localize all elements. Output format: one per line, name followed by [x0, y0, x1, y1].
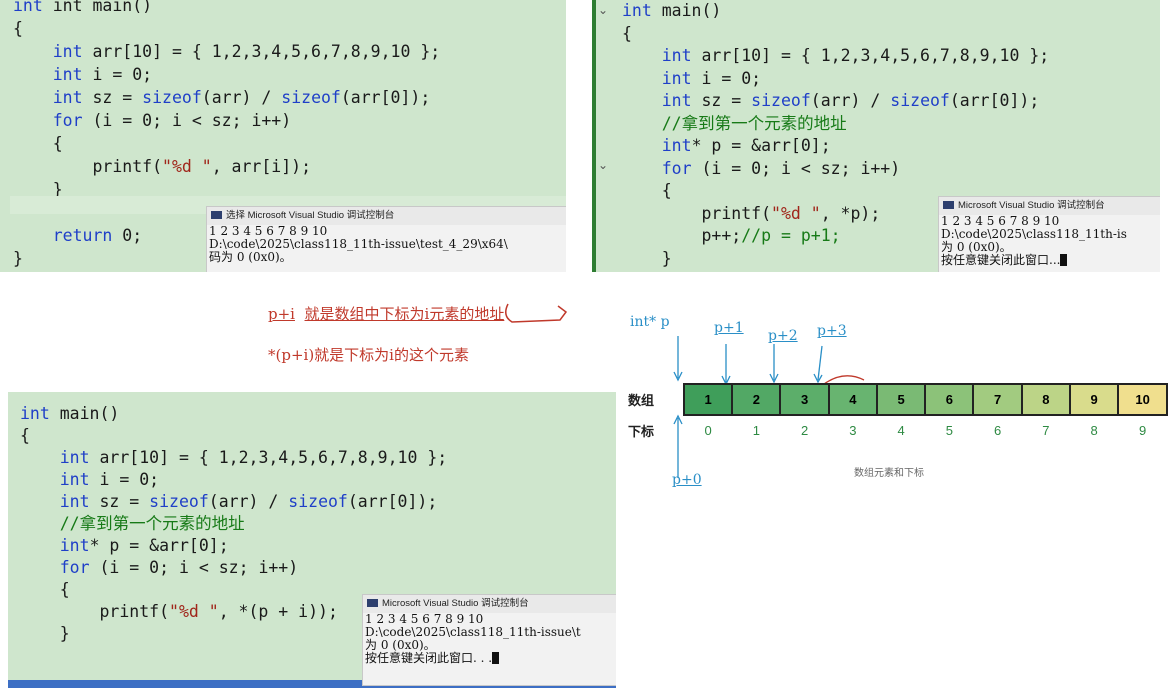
array-cell: 4	[827, 383, 878, 416]
console-app-icon	[367, 599, 378, 607]
row-label-index: 下标	[628, 423, 655, 439]
code-line: int i = 0;	[59, 470, 160, 489]
index-cell: 0	[704, 423, 712, 438]
code-line: {	[622, 181, 672, 200]
index-cell: 8	[1090, 423, 1098, 438]
array-cell: 10	[1117, 383, 1168, 416]
code-line: int arr[10] = { 1,2,3,4,5,6,7,8,9,10 };	[59, 448, 448, 467]
console-titlebar: Microsoft Visual Studio 调试控制台	[363, 595, 616, 613]
console-titlebar: Microsoft Visual Studio 调试控制台	[939, 197, 1160, 215]
index-cell: 5	[945, 423, 953, 438]
array-cell: 1	[682, 383, 734, 416]
console-output-line: 码为 0 (0x0)。	[209, 250, 292, 264]
array-row: 数组 1 2 3 4 5 6 7 8 9 10	[616, 383, 1168, 416]
debug-console-2[interactable]: Microsoft Visual Studio 调试控制台 1 2 3 4 5 …	[938, 196, 1160, 272]
code-line: printf("%d ", *(p + i));	[20, 602, 338, 621]
code-line: for (i = 0; i < sz; i++)	[661, 158, 901, 178]
code-line: {	[20, 580, 70, 599]
code-line: printf("%d ", *p);	[622, 203, 881, 223]
index-row: 下标 0 1 2 3 4 5 6 7 8 9	[616, 415, 1167, 445]
fold-chevron-icon[interactable]: ⌄	[598, 3, 608, 17]
array-cell: 7	[972, 383, 1023, 416]
array-cell: 9	[1068, 383, 1120, 416]
code-line: int sz = sizeof(arr) / sizeof(arr[0]);	[661, 91, 1040, 110]
debug-console-3[interactable]: Microsoft Visual Studio 调试控制台 1 2 3 4 5 …	[362, 594, 616, 686]
code-editor-1: int int main() { int arr[10] = { 1,2,3,4…	[0, 0, 566, 272]
array-cell: 2	[731, 383, 782, 416]
code-editor-2: ⌄ ⌄ int main() { int arr[10] = { 1,2,3,4,…	[592, 0, 1160, 272]
text-cursor	[1060, 254, 1068, 266]
index-cell: 4	[897, 423, 905, 438]
index-cell: 6	[993, 423, 1002, 438]
caption-element: *(p+i)就是下标为i的这个元素	[268, 346, 469, 364]
index-cell: 2	[800, 423, 809, 438]
fold-chevron-icon[interactable]: ⌄	[598, 158, 608, 172]
change-margin	[592, 0, 596, 272]
code-line: for (i = 0; i < sz; i++)	[59, 558, 299, 577]
code-line: int main()	[20, 404, 120, 423]
code-line: return 0;	[52, 226, 143, 245]
code-line: //拿到第一个元素的地址	[20, 514, 245, 533]
code-line: int* p = &arr[0];	[661, 136, 831, 155]
hand-drawn-circle	[505, 303, 568, 323]
console-titlebar: 选择 Microsoft Visual Studio 调试控制台	[207, 207, 566, 225]
code-line: int* p = &arr[0];	[59, 536, 229, 555]
console-output-line: 按任意键关闭此窗口...	[939, 254, 1160, 267]
code-line: int i = 0;	[52, 65, 153, 84]
code-line: }	[20, 624, 70, 643]
console-app-icon	[211, 211, 222, 219]
code-line: int i = 0;	[661, 68, 762, 88]
code-line: int main()	[622, 1, 722, 20]
code-line: int sz = sizeof(arr) / sizeof(arr[0]);	[59, 492, 438, 511]
index-cell: 3	[849, 423, 857, 438]
console-app-icon	[943, 201, 954, 209]
code-line: //拿到第一个元素的地址	[622, 113, 847, 133]
code-line: int sz = sizeof(arr) / sizeof(arr[0]);	[52, 88, 431, 107]
code-line: int arr[10] = { 1,2,3,4,5,6,7,8,9,10 };	[52, 42, 441, 61]
array-cell: 5	[875, 383, 927, 416]
code-line: }	[13, 249, 23, 268]
debug-console-1[interactable]: 选择 Microsoft Visual Studio 调试控制台 1 2 3 4…	[206, 206, 566, 272]
index-cell: 1	[752, 423, 760, 438]
row-label-array: 数组	[628, 393, 655, 408]
pointer-label-p: int* p	[630, 314, 670, 330]
code-line: {	[20, 426, 30, 445]
code-line: printf("%d ", arr[i]);	[13, 157, 312, 176]
code-line: }	[622, 248, 672, 268]
array-cell: 3	[779, 383, 830, 416]
array-cell: 6	[924, 383, 975, 416]
code-line: {	[13, 19, 23, 38]
pointer-label-p3: p+3	[817, 323, 847, 339]
console-output-line: 按任意键关闭此窗口. . .	[363, 652, 616, 665]
code-line: {	[622, 23, 632, 43]
array-cell: 8	[1020, 383, 1071, 416]
code-line: for (i = 0; i < sz; i++)	[52, 111, 292, 130]
code-line: {	[13, 134, 63, 153]
code-line: int int main()	[13, 0, 153, 15]
code-line: int arr[10] = { 1,2,3,4,5,6,7,8,9,10 };	[661, 46, 1050, 65]
text-cursor	[492, 652, 500, 664]
code-editor-3: int main() { int arr[10] = { 1,2,3,4,5,6,…	[8, 392, 616, 688]
code-line: p++;//p = p+1;	[622, 226, 841, 245]
index-cell: 7	[1042, 423, 1050, 438]
index-cell: 9	[1138, 423, 1147, 438]
diagram-caption: 数组元素和下标	[854, 468, 924, 479]
caption-address: p+i 就是数组中下标为i元素的地址	[268, 305, 505, 323]
array-table: 数组 1 2 3 4 5 6 7 8 9 10 下标 0 1 2 3 4 5 6…	[616, 383, 1168, 445]
